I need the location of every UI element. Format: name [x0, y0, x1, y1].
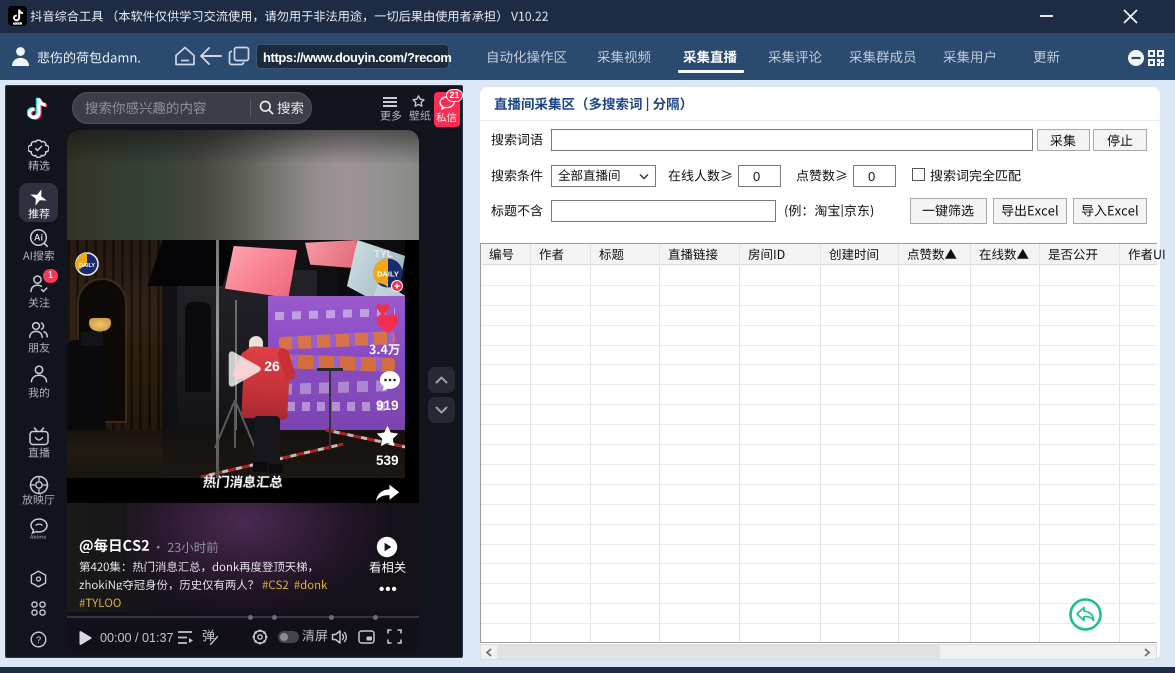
svg-text:DAILY: DAILY	[377, 270, 399, 279]
svg-text:?: ?	[36, 635, 41, 646]
svg-text:TOOL: TOOL	[14, 21, 22, 25]
svg-text:Ai: Ai	[34, 233, 43, 243]
svg-text:DAILY: DAILY	[79, 263, 95, 269]
